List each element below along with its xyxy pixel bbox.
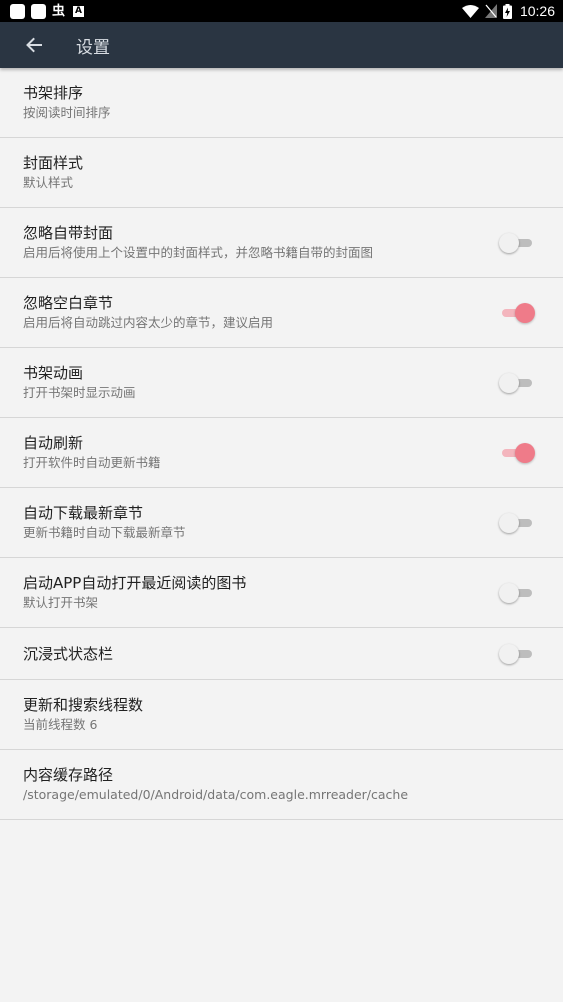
- arrow-back-icon[interactable]: [24, 35, 44, 55]
- auto-download-toggle[interactable]: [499, 512, 533, 533]
- setting-title: 沉浸式状态栏: [23, 644, 114, 663]
- ignore-blank-chapters-toggle[interactable]: [501, 302, 535, 323]
- setting-title: 书架动画: [23, 364, 84, 382]
- setting-ignore-blank-chapters[interactable]: 忽略空白章节 启用后将自动跳过内容太少的章节，建议启用: [0, 278, 563, 348]
- setting-title: 自动下载最新章节: [23, 504, 144, 522]
- setting-cache-path[interactable]: 内容缓存路径 /storage/emulated/0/Android/data/…: [0, 750, 563, 820]
- settings-list: 书架排序 按阅读时间排序 封面样式 默认样式 忽略自带封面 启用后将使用上个设置…: [0, 68, 563, 820]
- status-bar-notifications: 虫 A: [10, 3, 85, 19]
- setting-title: 忽略空白章节: [23, 294, 114, 312]
- setting-auto-refresh[interactable]: 自动刷新 打开软件时自动更新书籍: [0, 418, 563, 488]
- setting-title: 内容缓存路径: [23, 766, 114, 784]
- immersive-status-bar-toggle[interactable]: [499, 643, 533, 664]
- setting-subtitle: 更新书籍时自动下载最新章节: [23, 525, 186, 540]
- status-bar-time: 10:26: [519, 3, 555, 19]
- setting-title: 封面样式: [23, 154, 84, 172]
- setting-auto-download-chapters[interactable]: 自动下载最新章节 更新书籍时自动下载最新章节: [0, 488, 563, 558]
- open-last-book-toggle[interactable]: [499, 582, 533, 603]
- wifi-icon: [461, 4, 479, 18]
- page-title: 设置: [76, 37, 110, 58]
- setting-subtitle: /storage/emulated/0/Android/data/com.eag…: [23, 787, 409, 802]
- bookshelf-animation-toggle[interactable]: [499, 372, 533, 393]
- setting-open-last-book[interactable]: 启动APP自动打开最近阅读的图书 默认打开书架: [0, 558, 563, 628]
- setting-subtitle: 启用后将自动跳过内容太少的章节，建议启用: [23, 315, 274, 330]
- battery-charging-icon: [502, 3, 512, 19]
- setting-title: 忽略自带封面: [23, 224, 114, 242]
- bug-app-icon: 虫: [52, 3, 66, 19]
- status-bar-system: 10:26: [461, 3, 555, 19]
- auto-refresh-toggle[interactable]: [501, 442, 535, 463]
- setting-thread-count[interactable]: 更新和搜索线程数 当前线程数 6: [0, 680, 563, 750]
- notification-square-icon: [31, 3, 46, 19]
- setting-immersive-status-bar[interactable]: 沉浸式状态栏: [0, 628, 563, 680]
- setting-subtitle: 打开软件时自动更新书籍: [23, 455, 161, 470]
- setting-bookshelf-sort[interactable]: 书架排序 按阅读时间排序: [0, 68, 563, 138]
- ignore-cover-toggle[interactable]: [499, 232, 533, 253]
- setting-cover-style[interactable]: 封面样式 默认样式: [0, 138, 563, 208]
- setting-title: 启动APP自动打开最近阅读的图书: [23, 574, 247, 592]
- setting-subtitle: 启用后将使用上个设置中的封面样式，并忽略书籍自带的封面图: [23, 245, 374, 260]
- setting-subtitle: 打开书架时显示动画: [23, 385, 136, 400]
- setting-title: 书架排序: [23, 84, 84, 102]
- a-app-icon: A: [73, 5, 85, 17]
- setting-subtitle: 默认打开书架: [23, 595, 99, 610]
- setting-title: 更新和搜索线程数: [23, 696, 144, 714]
- no-sim-icon: [484, 4, 497, 18]
- status-bar: 虫 A 10:26: [0, 0, 563, 22]
- setting-title: 自动刷新: [23, 434, 84, 452]
- setting-bookshelf-animation[interactable]: 书架动画 打开书架时显示动画: [0, 348, 563, 418]
- setting-subtitle: 默认样式: [23, 175, 74, 190]
- setting-subtitle: 当前线程数 6: [23, 717, 98, 732]
- setting-ignore-builtin-cover[interactable]: 忽略自带封面 启用后将使用上个设置中的封面样式，并忽略书籍自带的封面图: [0, 208, 563, 278]
- setting-subtitle: 按阅读时间排序: [23, 105, 111, 120]
- app-bar: 设置: [0, 22, 563, 68]
- notification-square-icon: [10, 3, 25, 19]
